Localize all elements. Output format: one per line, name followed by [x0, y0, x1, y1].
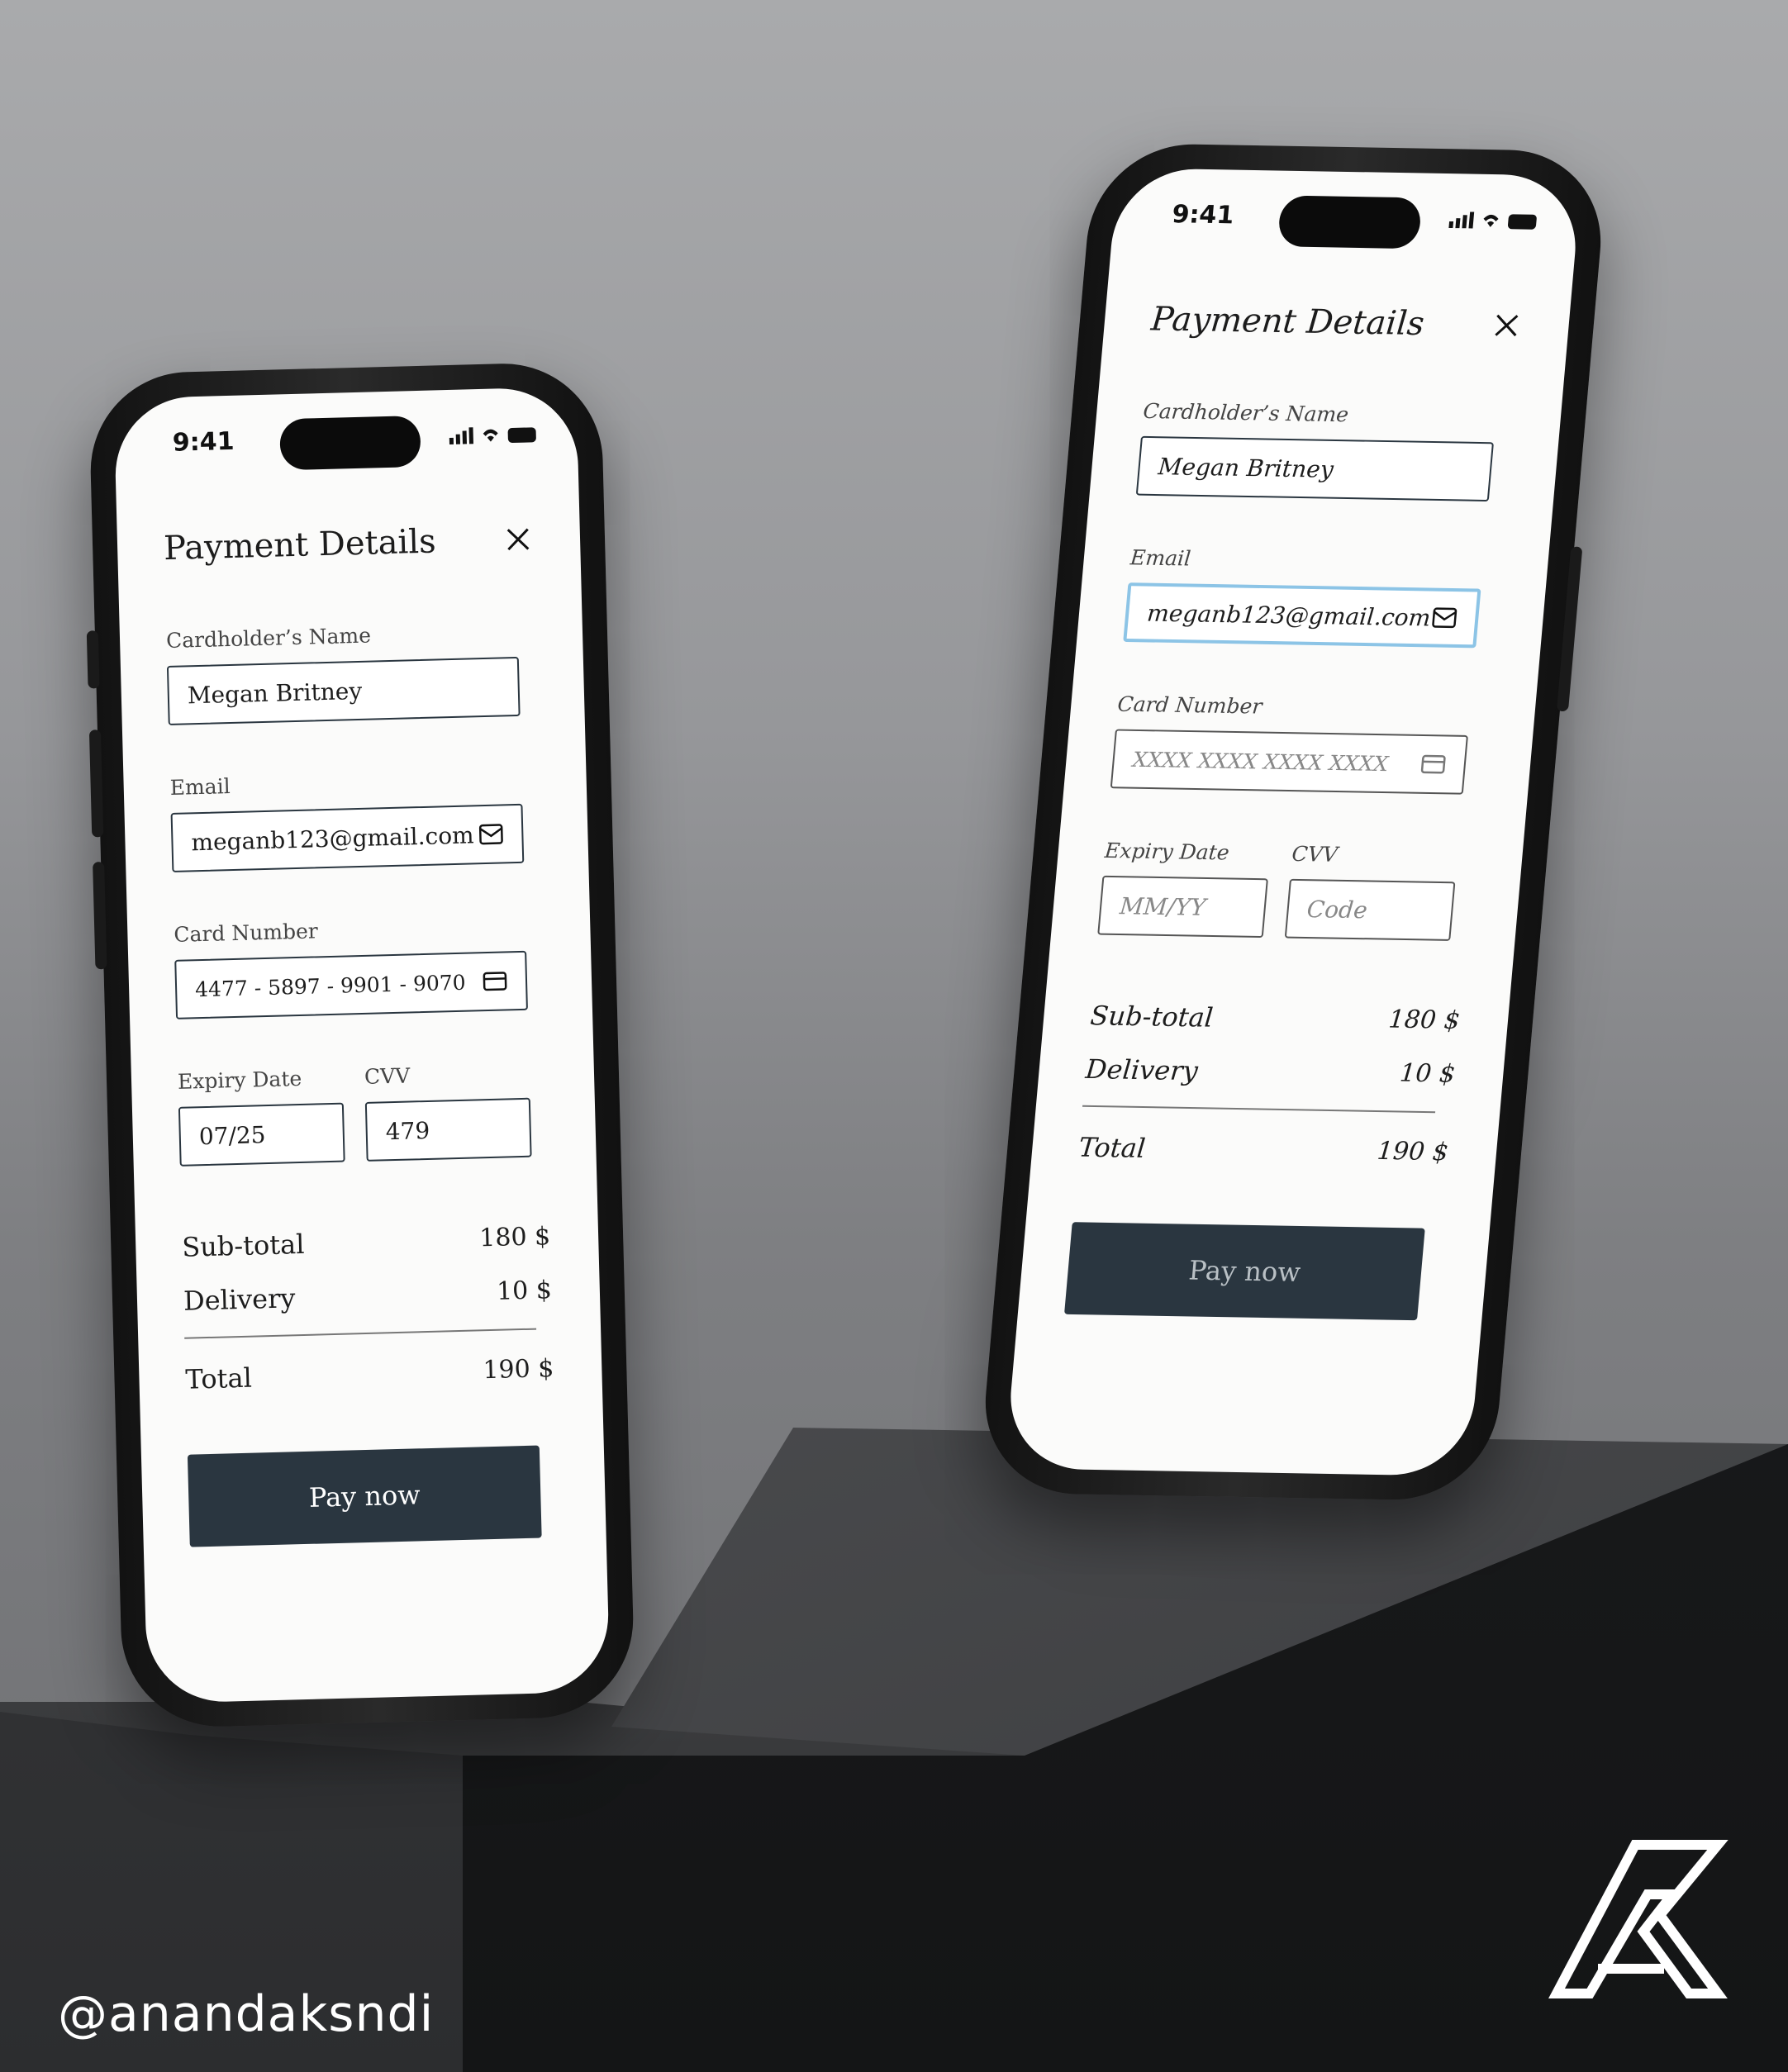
signal-icon [1448, 211, 1475, 229]
cardholder-name-label: Cardholder’s Name [1142, 399, 1350, 427]
expiry-date-value: 07/25 [198, 1120, 266, 1150]
volume-up-button [88, 729, 104, 838]
cvv-field[interactable]: 479 [364, 1097, 532, 1162]
cvv-label: CVV [1291, 841, 1339, 867]
expiry-date-field[interactable]: 07/25 [178, 1102, 345, 1167]
email-label: Email [169, 774, 231, 800]
close-icon[interactable] [506, 526, 531, 552]
battery-icon [1507, 214, 1538, 230]
phone-left: 9:41 Payment Details Cardholder’s Name M… [86, 361, 636, 1729]
signal-icon [449, 427, 473, 444]
status-icons [1448, 210, 1538, 230]
volume-down-button [93, 862, 107, 970]
pay-now-button[interactable]: Pay now [1064, 1222, 1425, 1321]
mail-icon [1432, 607, 1458, 629]
status-time: 9:41 [1171, 200, 1235, 230]
phone-screen: 9:41 Payment Details Cardholder’s Name M… [1004, 168, 1582, 1476]
expiry-date-placeholder: MM/YY [1118, 891, 1207, 921]
total-value: 190 $ [1376, 1136, 1450, 1167]
subtotal-label: Sub-total [1089, 1000, 1215, 1034]
pay-now-button[interactable]: Pay now [187, 1445, 542, 1547]
email-value: meganb123@gmail.com [1145, 599, 1432, 631]
cvv-placeholder: Code [1305, 895, 1369, 924]
page-title: Payment Details [163, 522, 437, 568]
wifi-icon [1483, 214, 1499, 227]
card-number-value: 4477 - 5897 - 9901 - 9070 [194, 970, 466, 1001]
delivery-value: 10 $ [496, 1276, 553, 1306]
power-button [1556, 546, 1583, 712]
status-icons [449, 424, 536, 444]
mute-switch [86, 630, 100, 689]
total-label: Total [1077, 1131, 1147, 1164]
ak-logo-icon [1548, 1840, 1729, 1998]
expiry-date-label: Expiry Date [1103, 838, 1230, 865]
mail-icon [478, 824, 503, 845]
delivery-label: Delivery [1084, 1053, 1200, 1087]
card-number-field[interactable]: XXXX XXXX XXXX XXXX [1110, 729, 1468, 795]
subtotal-label: Sub-total [181, 1228, 305, 1263]
subtotal-value: 180 $ [1387, 1005, 1462, 1035]
cvv-field[interactable]: Code [1284, 878, 1456, 941]
cardholder-name-value: Megan Britney [187, 677, 363, 709]
subtotal-value: 180 $ [478, 1222, 551, 1253]
wifi-icon [483, 429, 498, 442]
email-value: meganb123@gmail.com [191, 820, 475, 856]
total-label: Total [185, 1362, 253, 1395]
page-title: Payment Details [1149, 300, 1426, 344]
battery-icon [507, 427, 536, 444]
status-time: 9:41 [172, 426, 235, 458]
summary-divider [1082, 1105, 1436, 1114]
author-handle: @anandaksndi [58, 1985, 435, 2043]
card-number-label: Card Number [174, 919, 319, 947]
dynamic-island [1277, 195, 1423, 249]
delivery-value: 10 $ [1398, 1058, 1457, 1089]
summary-divider [184, 1328, 537, 1339]
phone-screen: 9:41 Payment Details Cardholder’s Name M… [113, 386, 611, 1704]
card-number-label: Card Number [1116, 691, 1263, 719]
card-number-placeholder: XXXX XXXX XXXX XXXX [1131, 747, 1390, 776]
credit-card-icon [1420, 754, 1446, 774]
phone-right: 9:41 Payment Details Cardholder’s Name M… [977, 142, 1610, 1502]
card-number-field[interactable]: 4477 - 5897 - 9901 - 9070 [174, 950, 528, 1019]
cvv-value: 479 [385, 1116, 430, 1145]
email-field[interactable]: meganb123@gmail.com [170, 803, 525, 872]
dynamic-island [279, 415, 421, 471]
email-field[interactable]: meganb123@gmail.com [1123, 582, 1481, 649]
expiry-date-field[interactable]: MM/YY [1097, 875, 1268, 939]
expiry-date-label: Expiry Date [177, 1066, 302, 1094]
cvv-label: CVV [364, 1063, 411, 1089]
close-icon[interactable] [1493, 313, 1520, 338]
cardholder-name-field[interactable]: Megan Britney [1135, 435, 1494, 502]
cardholder-name-field[interactable]: Megan Britney [166, 656, 521, 725]
cardholder-name-label: Cardholder’s Name [165, 623, 372, 653]
delivery-label: Delivery [183, 1282, 296, 1317]
credit-card-icon [483, 972, 507, 991]
email-label: Email [1129, 545, 1192, 571]
cardholder-name-value: Megan Britney [1157, 452, 1335, 483]
total-value: 190 $ [483, 1354, 554, 1385]
